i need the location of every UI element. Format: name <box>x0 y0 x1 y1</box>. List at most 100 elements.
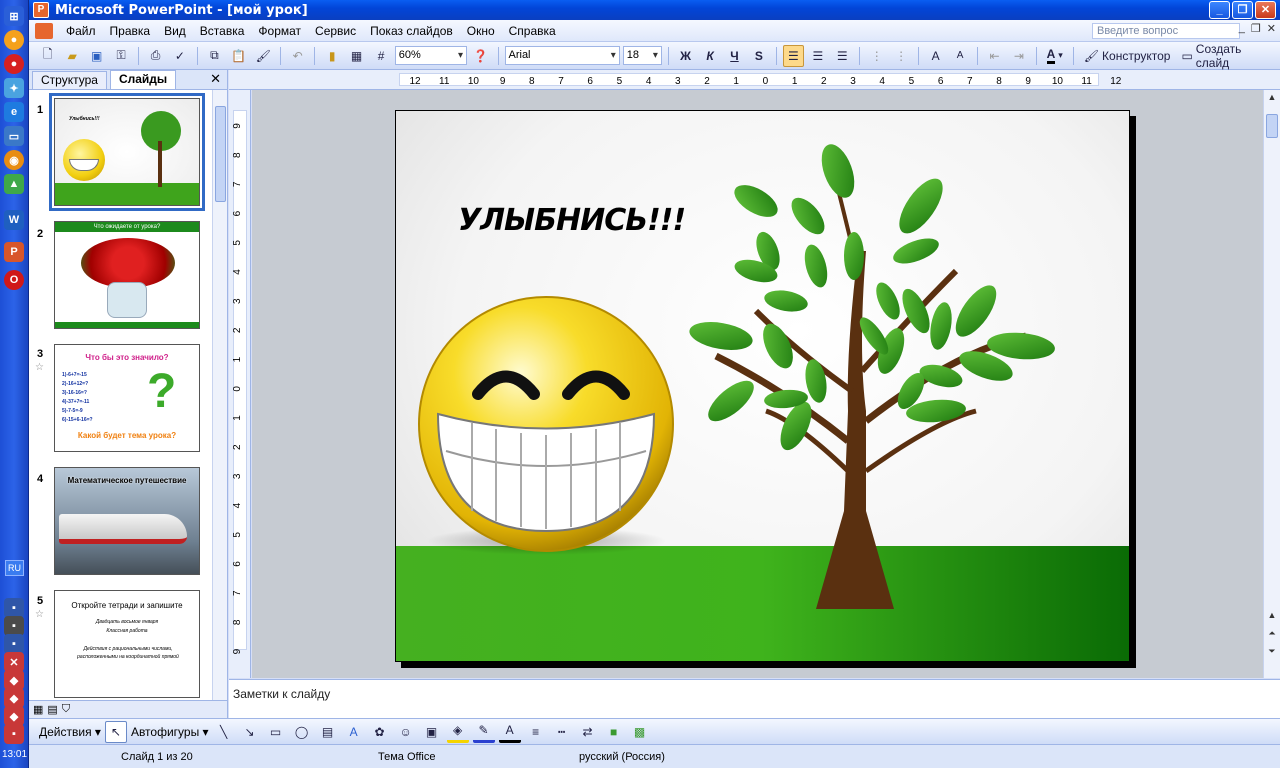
tab-slides[interactable]: Слайды <box>109 70 177 89</box>
language-indicator[interactable]: RU <box>5 560 24 576</box>
numbering-icon[interactable]: ⋮ <box>866 45 887 67</box>
actions-menu[interactable]: Действия ▾ <box>39 725 101 739</box>
italic-button[interactable]: К <box>699 45 720 67</box>
slide-scrollbar[interactable]: ▲ ▲ ⏶ ⏷ <box>1263 90 1280 678</box>
insert-table-icon[interactable]: ▦ <box>346 45 367 67</box>
slide-thumb-1[interactable]: Улыбнись!!! <box>49 93 205 211</box>
autoshapes-menu[interactable]: Автофигуры ▾ <box>131 725 209 739</box>
wordart-icon[interactable]: A <box>343 721 365 743</box>
bold-button[interactable]: Ж <box>675 45 696 67</box>
ie-icon[interactable]: e <box>4 102 24 122</box>
bullets-icon[interactable]: ⋮ <box>890 45 911 67</box>
sorter-view-icon[interactable]: ▤ <box>47 703 57 716</box>
slide-title[interactable]: УЛЫБНИСЬ!!! <box>458 203 686 238</box>
format-painter-icon[interactable]: 🖌 <box>253 45 274 67</box>
normal-view-icon[interactable]: ▦ <box>33 703 43 716</box>
slideshow-view-icon[interactable]: ⛉ <box>62 703 70 716</box>
rectangle-icon[interactable]: ▭ <box>265 721 287 743</box>
menu-window[interactable]: Окно <box>460 21 502 41</box>
maximize-button[interactable]: ❐ <box>1232 1 1253 19</box>
tab-outline[interactable]: Структура <box>32 71 107 89</box>
arrow-style-icon[interactable]: ⇄ <box>577 721 599 743</box>
tray-icon[interactable]: ◆ <box>4 670 24 690</box>
new-slide-button[interactable]: ▭ Создать слайд <box>1177 42 1279 70</box>
scroll-thumb[interactable] <box>1266 114 1278 138</box>
font-color-button[interactable]: A ▾ <box>1043 45 1067 67</box>
pane-scrollbar[interactable] <box>212 90 227 700</box>
current-slide[interactable]: УЛЫБНИСЬ!!! <box>395 110 1130 662</box>
help-search-input[interactable]: Введите вопрос <box>1092 23 1240 39</box>
align-right-icon[interactable]: ☰ <box>832 45 853 67</box>
arrow-icon[interactable]: ↘ <box>239 721 261 743</box>
shadow-button[interactable]: S <box>748 45 769 67</box>
slide-thumb-2[interactable]: Что ожидаете от урока? <box>54 221 200 329</box>
spelling-icon[interactable]: ✓ <box>169 45 190 67</box>
save-icon[interactable]: ▣ <box>86 45 107 67</box>
open-icon[interactable]: ▰ <box>61 45 82 67</box>
oval-icon[interactable]: ◯ <box>291 721 313 743</box>
help-icon[interactable]: ❓ <box>470 45 491 67</box>
grid-icon[interactable]: # <box>370 45 391 67</box>
textbox-icon[interactable]: ▤ <box>317 721 339 743</box>
diagram-icon[interactable]: ✿ <box>369 721 391 743</box>
decrease-indent-icon[interactable]: ⇤ <box>984 45 1005 67</box>
doc-close-button[interactable]: ✕ <box>1267 22 1276 35</box>
3d-style-icon[interactable]: ▩ <box>629 721 651 743</box>
decrease-font-icon[interactable]: A <box>949 45 970 67</box>
copy-icon[interactable]: ⧉ <box>204 45 225 67</box>
menu-help[interactable]: Справка <box>502 21 563 41</box>
align-left-icon[interactable]: ☰ <box>782 44 805 67</box>
app-icon[interactable]: ✦ <box>4 78 24 98</box>
powerpoint-app-icon[interactable]: P <box>33 2 49 18</box>
insert-chart-icon[interactable]: ▮ <box>321 45 342 67</box>
menu-file[interactable]: Файл <box>59 21 103 41</box>
designer-button[interactable]: 🖌 Конструктор <box>1080 45 1175 67</box>
close-icon[interactable]: ✕ <box>210 71 221 87</box>
tray-icon[interactable]: ✕ <box>4 652 24 672</box>
tray-icon[interactable]: ▪ <box>4 724 24 744</box>
select-pointer-icon[interactable]: ↖ <box>104 720 127 743</box>
permission-icon[interactable]: ⚿ <box>110 45 131 67</box>
tray-icon[interactable]: ▪ <box>4 616 24 636</box>
app-icon[interactable]: ▲ <box>4 174 24 194</box>
fill-color-icon[interactable]: ◈ <box>446 721 469 743</box>
menu-view[interactable]: Вид <box>157 21 193 41</box>
shadow-style-icon[interactable]: ■ <box>603 721 625 743</box>
desktop-icon[interactable]: ▭ <box>4 126 24 146</box>
increase-indent-icon[interactable]: ⇥ <box>1008 45 1029 67</box>
minimize-button[interactable]: _ <box>1209 1 1230 19</box>
document-icon[interactable] <box>35 22 53 39</box>
tray-icon[interactable]: ▪ <box>4 598 24 618</box>
scroll-up-icon[interactable]: ▲ <box>1266 610 1278 624</box>
next-slide-icon[interactable]: ⏷ <box>1266 646 1278 660</box>
tray-icon[interactable]: ▪ <box>4 634 24 654</box>
font-size-select[interactable]: 18 <box>622 46 662 65</box>
app-icon[interactable]: ● <box>4 54 24 74</box>
dash-style-icon[interactable]: ┅ <box>551 721 573 743</box>
doc-restore-button[interactable]: ❐ <box>1251 22 1261 35</box>
line-style-icon[interactable]: ≡ <box>525 721 547 743</box>
align-center-icon[interactable]: ☰ <box>807 45 828 67</box>
zoom-select[interactable]: 60% <box>394 46 468 65</box>
browser-icon[interactable]: ● <box>4 30 24 50</box>
close-button[interactable]: ✕ <box>1255 1 1276 19</box>
paste-icon[interactable]: 📋 <box>228 45 249 67</box>
clipart-icon[interactable]: ☺ <box>395 721 417 743</box>
tray-icon[interactable]: ◆ <box>4 706 24 726</box>
font-select[interactable]: Arial <box>504 46 620 65</box>
underline-button[interactable]: Ч <box>724 45 745 67</box>
font-color-icon[interactable]: A <box>498 721 521 743</box>
previous-slide-icon[interactable]: ⏶ <box>1266 628 1278 642</box>
new-icon[interactable]: 🗋 <box>37 45 58 67</box>
windows-logo-icon[interactable]: ⊞ <box>4 6 24 26</box>
app-icon[interactable]: ◉ <box>4 150 24 170</box>
word-icon[interactable]: W <box>4 210 24 230</box>
undo-icon[interactable]: ↶ <box>287 45 308 67</box>
notes-placeholder[interactable]: Заметки к слайду <box>233 687 330 701</box>
picture-icon[interactable]: ▣ <box>421 721 443 743</box>
powerpoint-icon[interactable]: P <box>4 242 24 262</box>
menu-insert[interactable]: Вставка <box>193 21 252 41</box>
scroll-up-icon[interactable]: ▲ <box>1266 92 1278 106</box>
line-icon[interactable]: ╲ <box>213 721 235 743</box>
print-icon[interactable]: ⎙ <box>145 45 166 67</box>
